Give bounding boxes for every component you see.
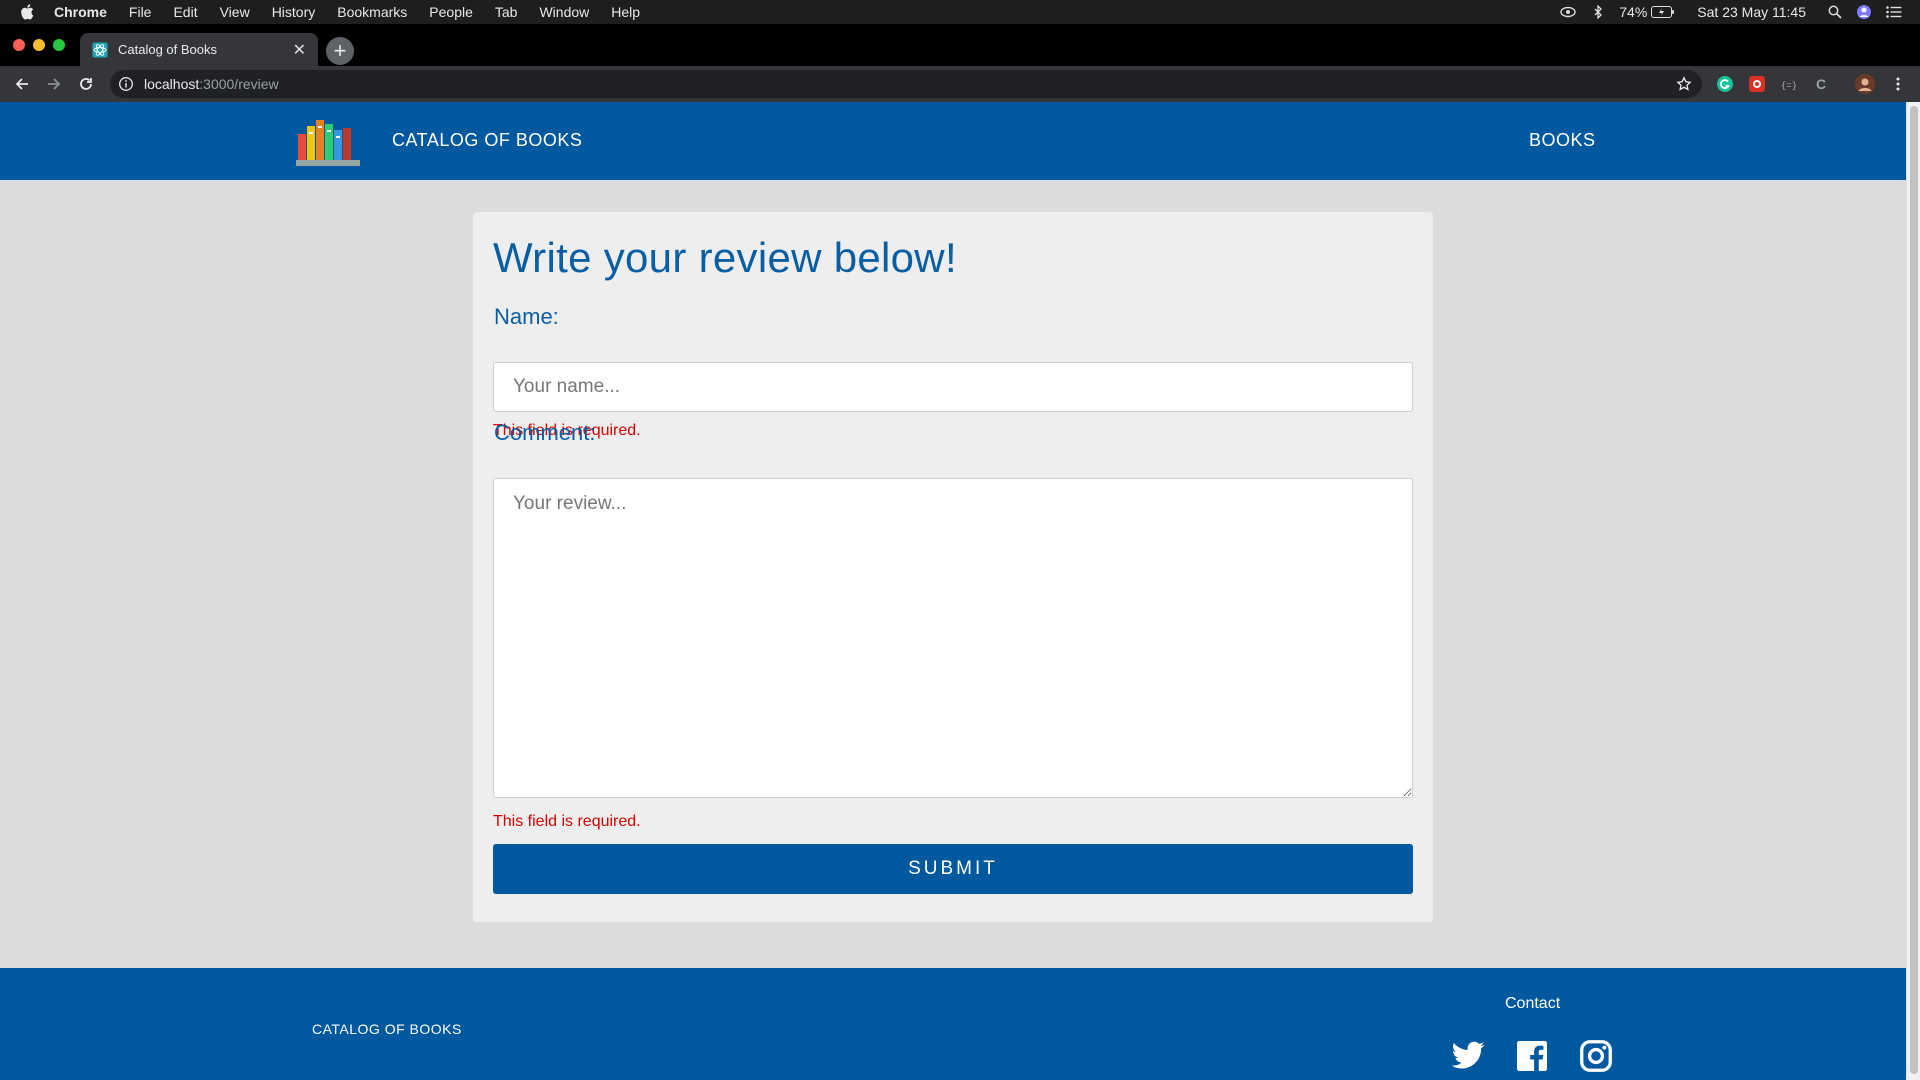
page-scrollbar[interactable]: [1906, 102, 1920, 1080]
extension-red-icon[interactable]: [1747, 74, 1767, 94]
menu-people[interactable]: People: [429, 4, 473, 20]
facebook-icon[interactable]: [1514, 1038, 1550, 1074]
address-bar[interactable]: localhost:3000/review: [110, 70, 1702, 98]
comment-label: Comment:: [494, 420, 596, 445]
site-navbar: CATALOG OF BOOKS BOOKS: [0, 102, 1906, 180]
svg-text:{=}: {=}: [1781, 81, 1797, 91]
window-minimize-button[interactable]: [33, 39, 45, 51]
browser-tab-strip: Catalog of Books ✕ +: [0, 24, 1920, 66]
comment-error-message: This field is required.: [493, 813, 641, 830]
user-switch-icon[interactable]: [1856, 4, 1872, 20]
instagram-icon[interactable]: [1578, 1038, 1614, 1074]
profile-avatar[interactable]: [1855, 74, 1875, 94]
chrome-menu-icon[interactable]: [1888, 74, 1908, 94]
name-label: Name:: [494, 304, 559, 329]
browser-tab-active[interactable]: Catalog of Books ✕: [80, 33, 318, 66]
window-close-button[interactable]: [13, 39, 25, 51]
scrollbar-thumb[interactable]: [1910, 106, 1918, 1074]
apple-icon[interactable]: [20, 4, 36, 20]
svg-text:C: C: [1816, 76, 1826, 92]
site-info-icon[interactable]: [118, 76, 134, 92]
review-form-card: Write your review below! Name: This fiel…: [473, 212, 1433, 922]
window-zoom-button[interactable]: [53, 39, 65, 51]
browser-toolbar: localhost:3000/review {=} C: [0, 66, 1920, 102]
url-path: :3000/review: [199, 76, 279, 92]
url-host: localhost: [144, 76, 200, 92]
comment-textarea[interactable]: [493, 478, 1413, 798]
menu-history[interactable]: History: [272, 4, 316, 20]
page-viewport: CATALOG OF BOOKS BOOKS Write your review…: [0, 102, 1920, 1080]
back-arrow-icon[interactable]: [12, 74, 32, 94]
forward-arrow-icon[interactable]: [44, 74, 64, 94]
menu-edit[interactable]: Edit: [173, 4, 197, 20]
notification-center-icon[interactable]: [1886, 6, 1902, 18]
submit-button[interactable]: SUBMIT: [493, 844, 1413, 894]
books-logo-icon[interactable]: [294, 112, 362, 170]
menu-window[interactable]: Window: [539, 4, 589, 20]
react-favicon-icon: [92, 42, 108, 58]
grammarly-extension-icon[interactable]: [1715, 74, 1735, 94]
twitter-icon[interactable]: [1450, 1038, 1486, 1074]
address-url[interactable]: localhost:3000/review: [144, 76, 279, 92]
menu-view[interactable]: View: [220, 4, 250, 20]
macos-menu-bar: Chrome File Edit View History Bookmarks …: [0, 0, 1920, 24]
menu-bookmarks[interactable]: Bookmarks: [337, 4, 407, 20]
reload-icon[interactable]: [76, 74, 96, 94]
extension-code-icon[interactable]: {=}: [1779, 74, 1799, 94]
battery-icon[interactable]: [1651, 6, 1675, 18]
bluetooth-icon[interactable]: [1591, 5, 1605, 19]
name-input[interactable]: [493, 362, 1413, 412]
spotlight-search-icon[interactable]: [1828, 5, 1842, 19]
tab-close-icon[interactable]: ✕: [293, 40, 306, 60]
page-title: Write your review below!: [493, 234, 957, 281]
menu-help[interactable]: Help: [611, 4, 640, 20]
footer-contact-link[interactable]: Contact: [1505, 995, 1560, 1013]
bookmark-star-icon[interactable]: [1676, 76, 1692, 92]
tab-title: Catalog of Books: [118, 42, 218, 57]
menu-app-name[interactable]: Chrome: [54, 4, 107, 20]
extension-c-icon[interactable]: C: [1811, 74, 1831, 94]
menu-clock[interactable]: Sat 23 May 11:45: [1697, 4, 1806, 20]
site-footer: CATALOG OF BOOKS Contact: [0, 968, 1906, 1080]
menu-tab[interactable]: Tab: [495, 4, 518, 20]
footer-brand: CATALOG OF BOOKS: [312, 1021, 462, 1037]
menu-file[interactable]: File: [129, 4, 152, 20]
battery-percent[interactable]: 74%: [1619, 4, 1647, 20]
navbar-brand-link[interactable]: CATALOG OF BOOKS: [392, 130, 582, 151]
nav-books-link[interactable]: BOOKS: [1529, 130, 1596, 151]
creative-cloud-icon[interactable]: [1559, 6, 1577, 18]
new-tab-button[interactable]: +: [326, 37, 354, 65]
